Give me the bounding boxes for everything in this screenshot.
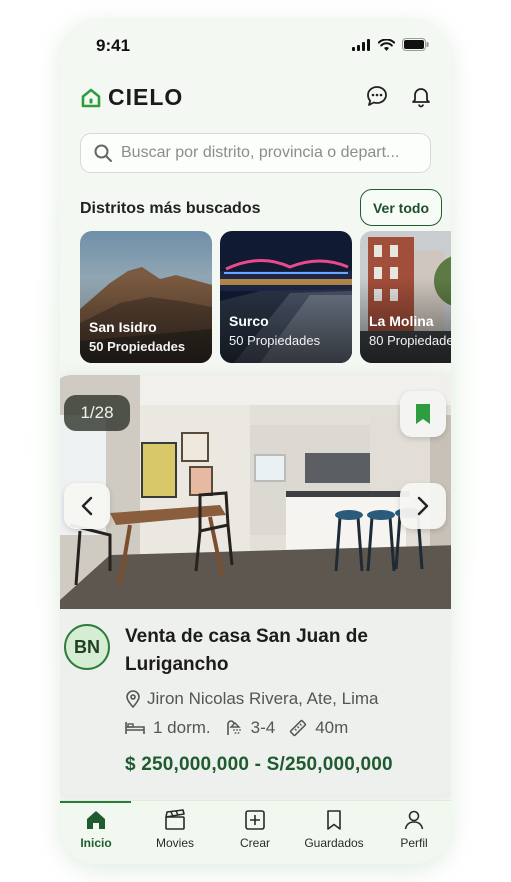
- header-actions: [365, 84, 433, 108]
- districts-carousel[interactable]: San Isidro 50 Propiedades Surco 50 Propi…: [80, 231, 451, 363]
- district-name: La Molina: [369, 313, 434, 329]
- signal-icon: [352, 38, 370, 51]
- ruler-icon: [290, 719, 307, 737]
- shower-icon: [226, 720, 241, 735]
- listing-price: $ 250,000,000 - S/250,000,000: [125, 754, 393, 775]
- area-feature: 40m: [289, 718, 348, 738]
- battery-icon: [402, 38, 429, 51]
- district-count: 80 Propiedades: [369, 333, 451, 348]
- agent-avatar[interactable]: BN: [64, 624, 110, 670]
- tab-crear[interactable]: Crear: [216, 809, 294, 850]
- listing-features: 1 dorm. 3-4 40m: [125, 718, 362, 738]
- tab-label: Inicio: [80, 836, 112, 850]
- photo-counter: 1/28: [64, 395, 130, 431]
- tab-guardados[interactable]: Guardados: [295, 809, 373, 850]
- bed-icon: [125, 722, 145, 734]
- bathrooms-feature: 3-4: [225, 718, 276, 738]
- chevron-left-icon: [81, 496, 93, 516]
- bedrooms-value: 1 dorm.: [153, 718, 211, 737]
- prev-photo-button[interactable]: [64, 483, 110, 529]
- brand-logo[interactable]: CIELO: [80, 84, 183, 111]
- status-bar: 9:41: [60, 18, 451, 70]
- bottom-tab-bar: Inicio Movies Crear Guardados Perfil: [60, 800, 451, 864]
- area-value: 40m: [315, 718, 349, 737]
- bedrooms-feature: 1 dorm.: [125, 718, 211, 738]
- plus-square-icon: [245, 810, 265, 830]
- bookmark-filled-icon: [416, 404, 430, 424]
- district-name: Surco: [229, 313, 269, 329]
- district-card-san-isidro[interactable]: San Isidro 50 Propiedades: [80, 231, 212, 363]
- next-photo-button[interactable]: [400, 483, 446, 529]
- district-card-la-molina[interactable]: La Molina 80 Propiedades: [360, 231, 451, 363]
- tab-label: Guardados: [304, 836, 364, 850]
- district-count: 50 Propiedades: [89, 339, 186, 354]
- brand-name: CIELO: [108, 84, 184, 110]
- address-text: Jiron Nicolas Rivera, Ate, Lima: [147, 689, 379, 708]
- search-bar[interactable]: [80, 133, 431, 173]
- save-listing-button[interactable]: [400, 391, 446, 437]
- search-icon: [94, 144, 112, 162]
- status-icons: [352, 38, 429, 51]
- district-count: 50 Propiedades: [229, 333, 321, 348]
- chat-icon[interactable]: [365, 84, 389, 108]
- house-logo-icon: [81, 88, 101, 107]
- user-icon: [404, 810, 424, 830]
- tab-perfil[interactable]: Perfil: [375, 809, 451, 850]
- listing-photo[interactable]: 1/28: [60, 375, 451, 609]
- chevron-right-icon: [417, 496, 429, 516]
- tab-inicio[interactable]: Inicio: [60, 809, 135, 850]
- districts-title: Distritos más buscados: [80, 200, 261, 217]
- district-card-surco[interactable]: Surco 50 Propiedades: [220, 231, 352, 363]
- location-pin-icon: [126, 690, 140, 708]
- phone-screen: 9:41 CIELO Buscar por distrito, provinci…: [60, 18, 451, 864]
- search-input[interactable]: [121, 144, 430, 162]
- tab-label: Perfil: [400, 836, 428, 850]
- home-icon: [87, 811, 105, 829]
- active-tab-indicator: [60, 801, 131, 803]
- tab-label: Movies: [155, 836, 194, 850]
- wifi-icon: [378, 38, 395, 51]
- see-all-button[interactable]: Ver todo: [360, 189, 442, 226]
- bell-icon[interactable]: [409, 84, 433, 108]
- tab-movies[interactable]: Movies: [136, 809, 214, 850]
- status-time: 9:41: [96, 36, 131, 55]
- bathrooms-value: 3-4: [250, 718, 276, 737]
- district-name: San Isidro: [89, 319, 157, 335]
- clapperboard-icon: [165, 809, 185, 830]
- tab-label: Crear: [239, 836, 270, 850]
- listing-card[interactable]: 1/28 BN Venta de casa San Juan de Luriga…: [60, 375, 451, 795]
- listing-address: Jiron Nicolas Rivera, Ate, Lima: [125, 689, 378, 709]
- listing-title[interactable]: Venta de casa San Juan de Lurigancho: [125, 623, 425, 679]
- bookmark-icon: [327, 810, 341, 830]
